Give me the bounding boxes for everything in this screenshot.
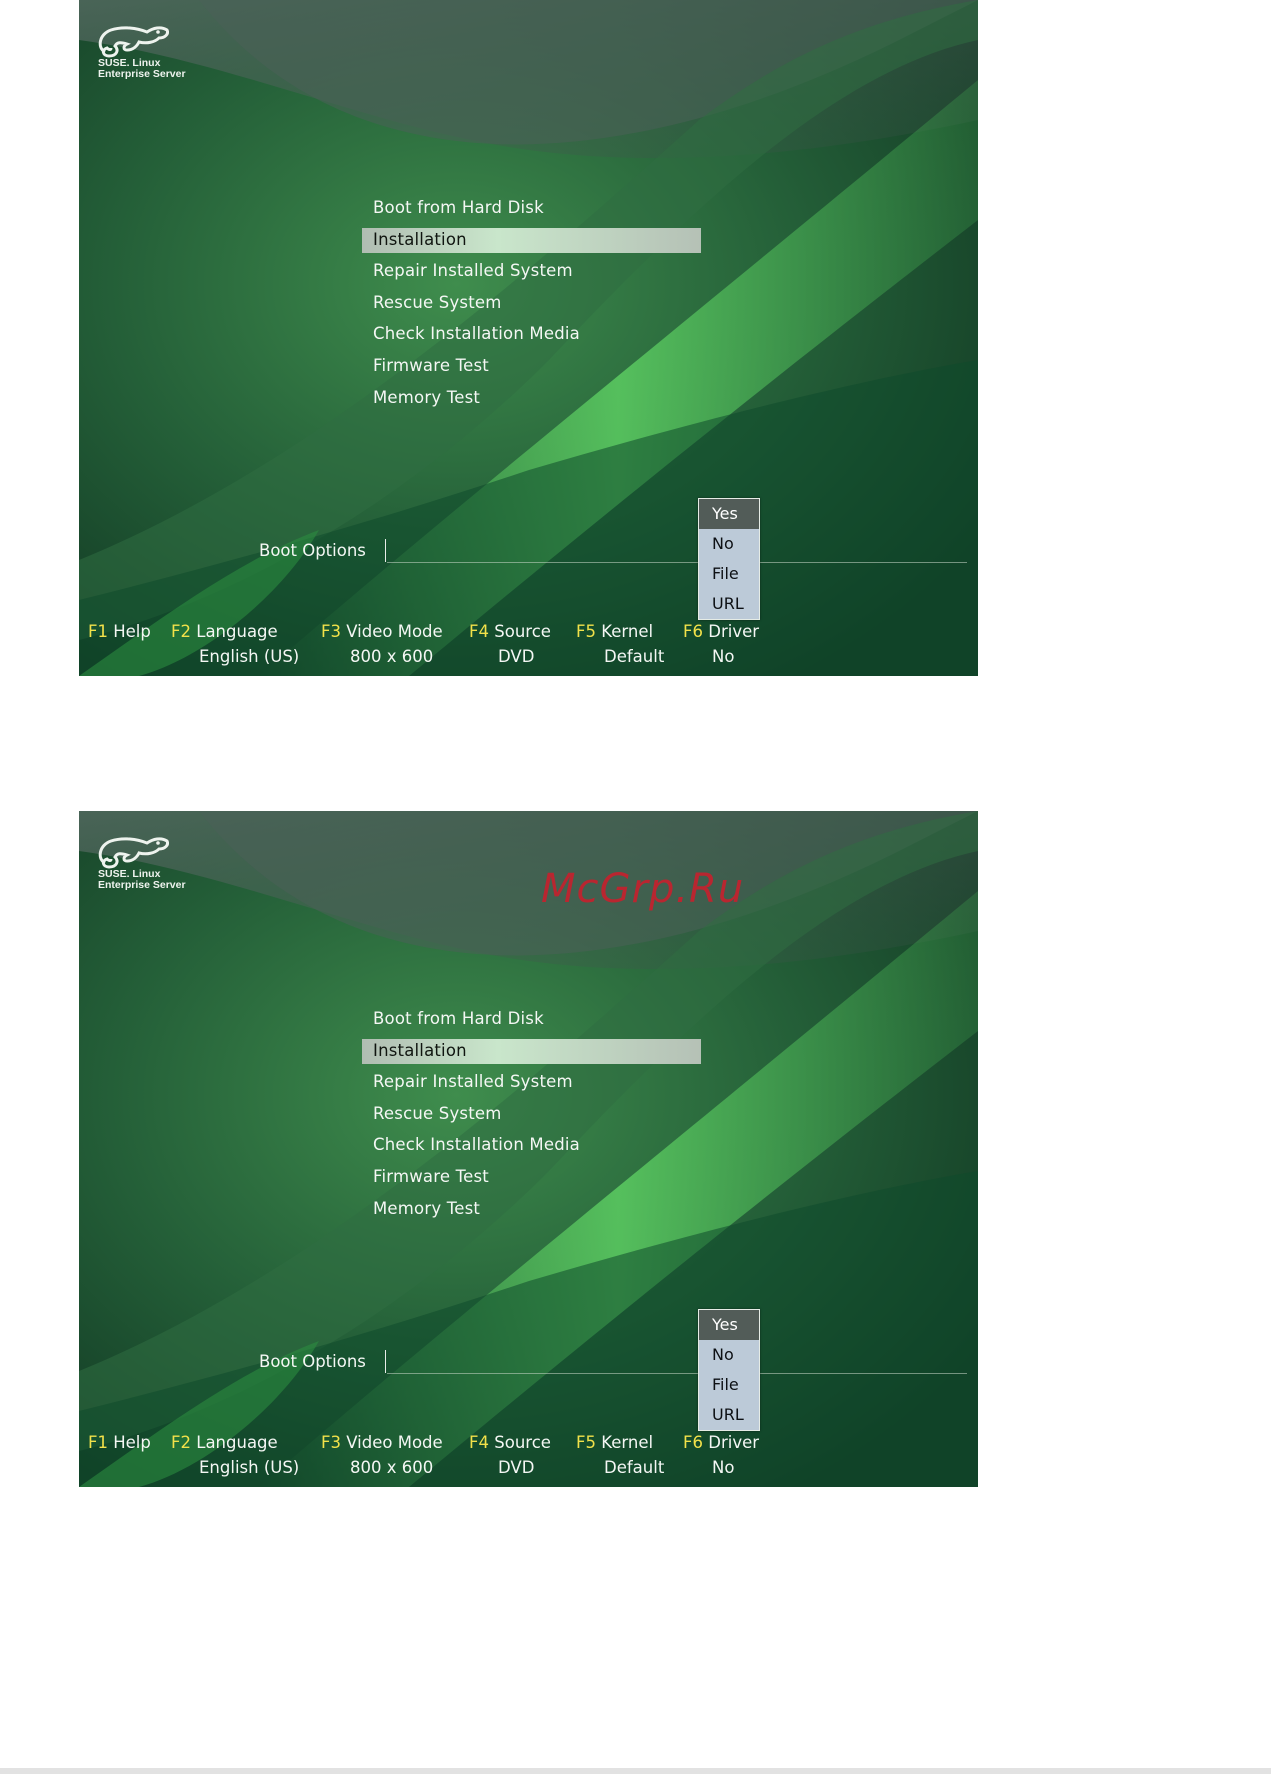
function-key-bar: F1 Help F2 Language English (US) F3 Vide… [88,622,968,672]
fkey-kernel-value: Default [604,647,665,666]
dropdown-option-url[interactable]: URL [699,1400,759,1430]
dropdown-option-no[interactable]: No [699,529,759,559]
watermark: McGrp.Ru [541,866,745,912]
boot-menu: Boot from Hard Disk Installation Repair … [362,192,701,413]
boot-screen-1: SUSE. Linux Enterprise Server Boot from … [79,0,978,676]
boot-menu: Boot from Hard Disk Installation Repair … [362,1003,701,1224]
fkey-source[interactable]: F4 Source [469,622,551,641]
fkey-source-value: DVD [498,647,535,666]
menu-item-rescue-system[interactable]: Rescue System [362,1098,701,1130]
fkey-language[interactable]: F2 Language [171,622,278,641]
menu-item-boot-from-hard-disk[interactable]: Boot from Hard Disk [362,192,701,224]
dropdown-option-file[interactable]: File [699,559,759,589]
boot-options-cursor [385,539,386,562]
driver-dropdown[interactable]: Yes No File URL [698,1309,760,1431]
chameleon-icon [98,837,169,869]
menu-item-installation[interactable]: Installation [362,224,701,256]
boot-options-label: Boot Options [259,1352,366,1371]
fkey-driver-value: No [712,1458,735,1477]
menu-item-rescue-system[interactable]: Rescue System [362,287,701,319]
fkey-source-value: DVD [498,1458,535,1477]
boot-options-input[interactable] [387,1373,967,1374]
fkey-driver[interactable]: F6 Driver [683,1433,759,1452]
chameleon-icon [98,26,169,58]
menu-item-memory-test[interactable]: Memory Test [362,1193,701,1225]
dropdown-option-url[interactable]: URL [699,589,759,619]
driver-dropdown[interactable]: Yes No File URL [698,498,760,620]
boot-options-label: Boot Options [259,541,366,560]
fkey-video-mode[interactable]: F3 Video Mode [321,622,443,641]
menu-item-check-installation-media[interactable]: Check Installation Media [362,1129,701,1161]
fkey-help[interactable]: F1 Help [88,622,151,641]
dropdown-option-yes[interactable]: Yes [699,1310,759,1340]
fkey-kernel[interactable]: F5 Kernel [576,1433,653,1452]
fkey-help[interactable]: F1 Help [88,1433,151,1452]
fkey-language-value: English (US) [199,647,300,666]
boot-options-cursor [385,1350,386,1373]
fkey-kernel-value: Default [604,1458,665,1477]
fkey-language[interactable]: F2 Language [171,1433,278,1452]
menu-item-repair-installed-system[interactable]: Repair Installed System [362,255,701,287]
fkey-video-mode[interactable]: F3 Video Mode [321,1433,443,1452]
fkey-source[interactable]: F4 Source [469,1433,551,1452]
dropdown-option-file[interactable]: File [699,1370,759,1400]
suse-logo: SUSE. Linux Enterprise Server [97,831,217,901]
dropdown-option-yes[interactable]: Yes [699,499,759,529]
fkey-kernel[interactable]: F5 Kernel [576,622,653,641]
fkey-video-mode-value: 800 x 600 [350,647,434,666]
menu-item-check-installation-media[interactable]: Check Installation Media [362,318,701,350]
page-bottom-rule [0,1768,1271,1774]
dropdown-option-no[interactable]: No [699,1340,759,1370]
fkey-driver[interactable]: F6 Driver [683,622,759,641]
menu-item-installation[interactable]: Installation [362,1035,701,1067]
function-key-bar: F1 Help F2 Language English (US) F3 Vide… [88,1433,968,1483]
suse-logo: SUSE. Linux Enterprise Server [97,20,217,90]
menu-item-repair-installed-system[interactable]: Repair Installed System [362,1066,701,1098]
menu-item-memory-test[interactable]: Memory Test [362,382,701,414]
menu-item-firmware-test[interactable]: Firmware Test [362,1161,701,1193]
logo-line-2: Enterprise Server [98,68,186,80]
fkey-video-mode-value: 800 x 600 [350,1458,434,1477]
menu-item-boot-from-hard-disk[interactable]: Boot from Hard Disk [362,1003,701,1035]
logo-line-2: Enterprise Server [98,879,186,891]
fkey-language-value: English (US) [199,1458,300,1477]
menu-item-firmware-test[interactable]: Firmware Test [362,350,701,382]
fkey-driver-value: No [712,647,735,666]
boot-screen-2: SUSE. Linux Enterprise Server McGrp.Ru B… [79,811,978,1487]
boot-options-input[interactable] [387,562,967,563]
